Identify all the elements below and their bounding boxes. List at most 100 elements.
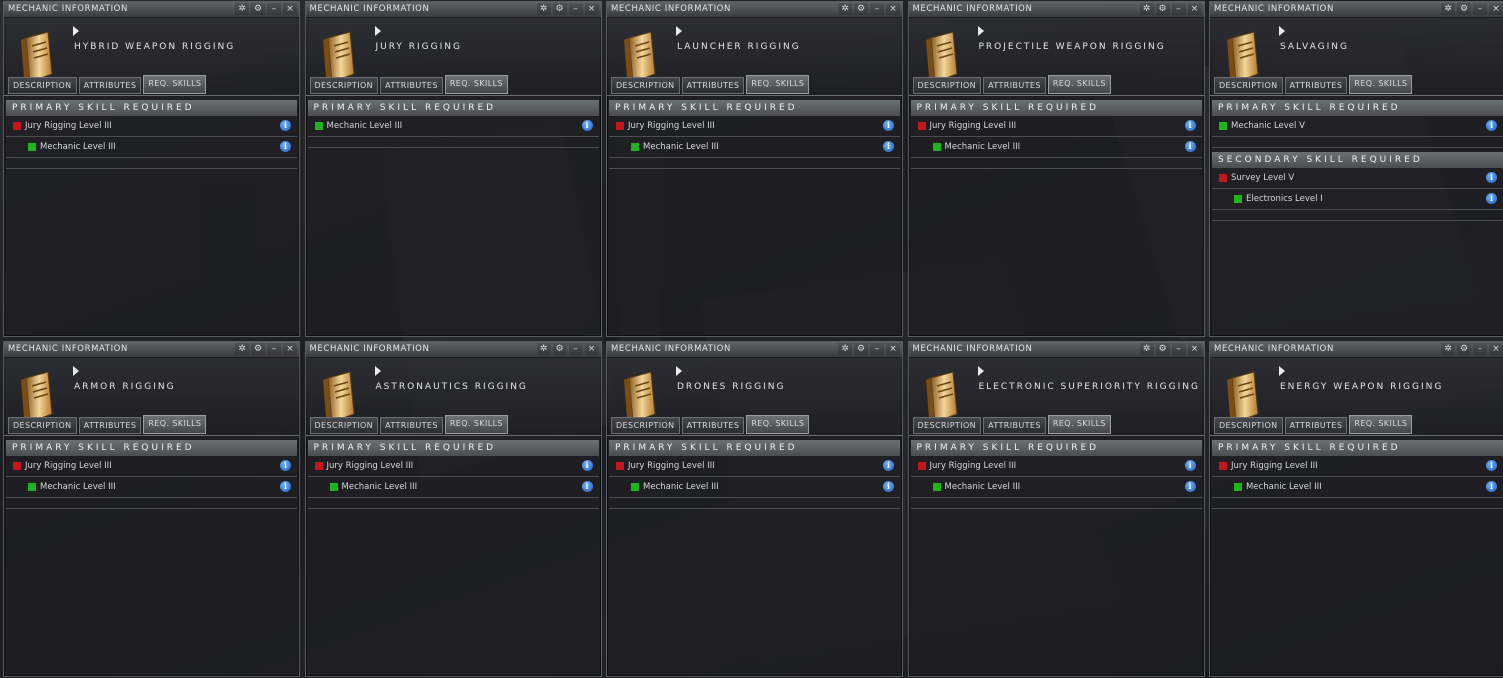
close-icon[interactable]: ×	[1489, 3, 1503, 15]
pin-icon[interactable]: ✲	[1139, 343, 1154, 355]
skill-row[interactable]: Mechanic Level III i	[307, 116, 599, 137]
close-icon[interactable]: ×	[283, 3, 297, 15]
pin-icon[interactable]: ✲	[838, 3, 852, 15]
skill-row[interactable]: Jury Rigging Level III i	[609, 116, 900, 137]
tab-description[interactable]: DESCRIPTION	[1214, 417, 1283, 434]
tab-req-skills[interactable]: REQ. SKILLS	[746, 75, 810, 94]
window-titlebar[interactable]: MECHANIC INFORMATION ✲ ⚙ – ×	[607, 342, 902, 358]
skill-row[interactable]: Mechanic Level V i	[1212, 116, 1503, 137]
tab-description[interactable]: DESCRIPTION	[912, 417, 982, 434]
close-icon[interactable]: ×	[584, 343, 599, 355]
minimize-icon[interactable]: –	[1171, 343, 1186, 355]
close-icon[interactable]: ×	[283, 343, 297, 355]
expand-arrow-icon[interactable]	[374, 26, 381, 36]
tab-req-skills[interactable]: REQ. SKILLS	[1349, 415, 1413, 434]
expand-arrow-icon[interactable]	[676, 366, 682, 376]
tab-attributes[interactable]: ATTRIBUTES	[1284, 417, 1348, 434]
tab-attributes[interactable]: ATTRIBUTES	[983, 77, 1046, 94]
tab-req-skills[interactable]: REQ. SKILLS	[1047, 415, 1111, 434]
minimize-icon[interactable]: –	[1473, 3, 1487, 15]
close-icon[interactable]: ×	[1489, 343, 1503, 355]
info-icon[interactable]: i	[1184, 460, 1196, 471]
info-icon[interactable]: i	[280, 481, 291, 492]
tab-req-skills[interactable]: REQ. SKILLS	[143, 75, 207, 94]
settings-icon[interactable]: ⚙	[251, 3, 265, 15]
tab-description[interactable]: DESCRIPTION	[8, 77, 77, 94]
minimize-icon[interactable]: –	[870, 343, 884, 355]
window-titlebar[interactable]: MECHANIC INFORMATION ✲ ⚙ – ×	[4, 2, 299, 18]
tab-description[interactable]: DESCRIPTION	[309, 417, 379, 434]
info-icon[interactable]: i	[1184, 481, 1196, 492]
pin-icon[interactable]: ✲	[1441, 3, 1455, 15]
window-titlebar[interactable]: MECHANIC INFORMATION ✲ ⚙ – ×	[4, 342, 299, 358]
tab-attributes[interactable]: ATTRIBUTES	[78, 417, 142, 434]
tab-description[interactable]: DESCRIPTION	[8, 417, 77, 434]
tab-description[interactable]: DESCRIPTION	[611, 77, 680, 94]
tab-attributes[interactable]: ATTRIBUTES	[681, 417, 745, 434]
skill-row[interactable]: Mechanic Level III i	[6, 477, 297, 498]
close-icon[interactable]: ×	[584, 3, 599, 15]
skill-row[interactable]: Mechanic Level III i	[609, 137, 900, 158]
info-icon[interactable]: i	[1486, 193, 1497, 204]
info-icon[interactable]: i	[581, 460, 593, 471]
tab-req-skills[interactable]: REQ. SKILLS	[1047, 75, 1111, 94]
pin-icon[interactable]: ✲	[536, 3, 551, 15]
tab-attributes[interactable]: ATTRIBUTES	[380, 417, 443, 434]
skill-row[interactable]: Mechanic Level III i	[609, 477, 900, 498]
window-titlebar[interactable]: MECHANIC INFORMATION ✲ ⚙ – ×	[1210, 2, 1503, 18]
close-icon[interactable]: ×	[886, 343, 900, 355]
settings-icon[interactable]: ⚙	[251, 343, 265, 355]
pin-icon[interactable]: ✲	[1139, 3, 1154, 15]
tab-attributes[interactable]: ATTRIBUTES	[681, 77, 745, 94]
window-titlebar[interactable]: MECHANIC INFORMATION ✲ ⚙ – ×	[1210, 342, 1503, 358]
minimize-icon[interactable]: –	[568, 3, 583, 15]
tab-description[interactable]: DESCRIPTION	[309, 77, 379, 94]
expand-arrow-icon[interactable]	[676, 26, 682, 36]
tab-description[interactable]: DESCRIPTION	[1214, 77, 1283, 94]
skill-row[interactable]: Electronics Level I i	[1212, 189, 1503, 210]
skill-row[interactable]: Jury Rigging Level III i	[910, 456, 1202, 477]
tab-req-skills[interactable]: REQ. SKILLS	[444, 75, 508, 94]
info-icon[interactable]: i	[883, 460, 894, 471]
info-icon[interactable]: i	[1486, 120, 1497, 131]
expand-arrow-icon[interactable]	[1279, 26, 1285, 36]
minimize-icon[interactable]: –	[267, 343, 281, 355]
info-icon[interactable]: i	[883, 120, 894, 131]
settings-icon[interactable]: ⚙	[552, 3, 567, 15]
pin-icon[interactable]: ✲	[235, 343, 249, 355]
tab-description[interactable]: DESCRIPTION	[611, 417, 680, 434]
tab-req-skills[interactable]: REQ. SKILLS	[746, 415, 810, 434]
tab-req-skills[interactable]: REQ. SKILLS	[1349, 75, 1413, 94]
close-icon[interactable]: ×	[1187, 3, 1202, 15]
expand-arrow-icon[interactable]	[977, 366, 984, 376]
skill-row[interactable]: Jury Rigging Level III i	[6, 116, 297, 137]
settings-icon[interactable]: ⚙	[1155, 343, 1170, 355]
info-icon[interactable]: i	[1184, 141, 1196, 152]
skill-row[interactable]: Jury Rigging Level III i	[910, 116, 1202, 137]
window-titlebar[interactable]: MECHANIC INFORMATION ✲ ⚙ – ×	[305, 342, 601, 358]
close-icon[interactable]: ×	[1187, 343, 1202, 355]
tab-attributes[interactable]: ATTRIBUTES	[1284, 77, 1348, 94]
skill-row[interactable]: Jury Rigging Level III i	[1212, 456, 1503, 477]
pin-icon[interactable]: ✲	[1441, 343, 1455, 355]
pin-icon[interactable]: ✲	[235, 3, 249, 15]
window-titlebar[interactable]: MECHANIC INFORMATION ✲ ⚙ – ×	[908, 342, 1204, 358]
skill-row[interactable]: Survey Level V i	[1212, 168, 1503, 189]
minimize-icon[interactable]: –	[870, 3, 884, 15]
expand-arrow-icon[interactable]	[73, 366, 79, 376]
tab-attributes[interactable]: ATTRIBUTES	[380, 77, 443, 94]
skill-row[interactable]: Mechanic Level III i	[307, 477, 599, 498]
settings-icon[interactable]: ⚙	[854, 343, 868, 355]
skill-row[interactable]: Jury Rigging Level III i	[307, 456, 599, 477]
window-titlebar[interactable]: MECHANIC INFORMATION ✲ ⚙ – ×	[908, 2, 1204, 18]
pin-icon[interactable]: ✲	[838, 343, 852, 355]
info-icon[interactable]: i	[883, 481, 894, 492]
tab-req-skills[interactable]: REQ. SKILLS	[143, 415, 207, 434]
expand-arrow-icon[interactable]	[73, 26, 79, 36]
minimize-icon[interactable]: –	[267, 3, 281, 15]
skill-row[interactable]: Jury Rigging Level III i	[609, 456, 900, 477]
settings-icon[interactable]: ⚙	[552, 343, 567, 355]
tab-attributes[interactable]: ATTRIBUTES	[78, 77, 142, 94]
skill-row[interactable]: Mechanic Level III i	[910, 477, 1202, 498]
minimize-icon[interactable]: –	[568, 343, 583, 355]
